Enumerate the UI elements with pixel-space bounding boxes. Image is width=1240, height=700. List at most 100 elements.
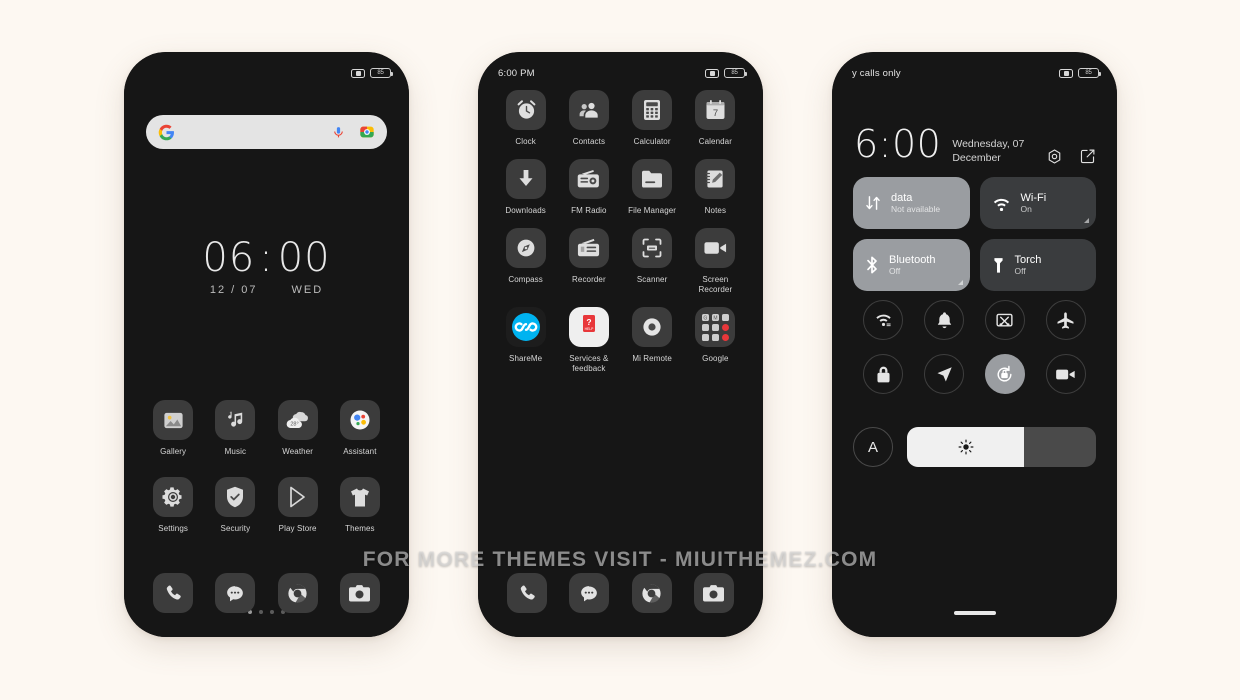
app-scanner[interactable]: Scanner	[621, 228, 684, 295]
no-sim-icon	[1059, 68, 1073, 78]
camera-icon	[693, 573, 734, 613]
battery-icon: 85	[724, 68, 747, 78]
wallpaper-showcase: 85 06: 00 12 / 07 WED Gallery Music 28°…	[0, 0, 1240, 700]
cc-date-line1: Wednesday, 07	[952, 138, 1025, 150]
app-google-folder[interactable]: G M Google	[684, 307, 747, 374]
app-settings[interactable]: Settings	[142, 477, 204, 534]
tile-torch[interactable]: Torch Off	[979, 239, 1096, 291]
dock-item-phone[interactable]	[496, 573, 558, 613]
play-store-icon	[277, 477, 318, 517]
video-camera-icon	[695, 228, 736, 268]
brightness-row: A	[853, 427, 1096, 467]
tile-subtitle: Off	[1014, 265, 1026, 276]
status-bar-clock: 6:00 PM	[498, 67, 535, 79]
phone-handset-icon	[153, 573, 194, 613]
app-label: Security	[220, 524, 251, 533]
tile-title: Torch	[1014, 253, 1042, 266]
app-downloads[interactable]: Downloads	[494, 159, 557, 216]
home-app-grid: Gallery Music 28° Weather Assistant Sett…	[142, 400, 391, 534]
dock-item-chrome[interactable]	[267, 573, 329, 613]
auto-brightness-button[interactable]: A	[853, 427, 893, 467]
app-label: Notes	[704, 206, 727, 215]
toggle-location[interactable]	[914, 354, 975, 394]
google-lens-icon[interactable]	[359, 124, 375, 140]
cc-date: Wednesday, 07 December	[952, 126, 1024, 165]
app-services-feedback[interactable]: ? HELP Services & feedback	[557, 307, 620, 374]
app-play-store[interactable]: Play Store	[267, 477, 329, 534]
app-label: Gallery	[160, 447, 187, 456]
clock-widget[interactable]: 06:00 12 / 07 WED	[124, 238, 409, 296]
app-mi-remote[interactable]: Mi Remote	[621, 307, 684, 374]
dock-item-chrome[interactable]	[621, 573, 683, 613]
home-screen: 85 06: 00 12 / 07 WED Gallery Music 28°…	[124, 52, 409, 637]
toggle-sound[interactable]	[914, 300, 975, 340]
dock-item-phone[interactable]	[142, 573, 204, 613]
app-calendar[interactable]: 7 Calendar	[684, 90, 747, 147]
app-label: Screen Recorder	[698, 275, 733, 294]
app-label: Assistant	[343, 447, 377, 456]
alarm-clock-icon	[505, 90, 546, 130]
toggle-cast[interactable]	[975, 300, 1036, 340]
status-bar: 6:00 PM 85	[478, 52, 763, 86]
video-camera-icon	[1045, 354, 1086, 394]
app-label: Weather	[282, 447, 314, 456]
app-recorder[interactable]: Recorder	[557, 228, 620, 295]
app-file-manager[interactable]: File Manager	[621, 159, 684, 216]
tile-expand-corner[interactable]	[957, 280, 963, 285]
toggle-airplane-mode[interactable]	[1035, 300, 1096, 340]
app-weather[interactable]: 28° Weather	[267, 400, 329, 457]
camera-icon	[339, 573, 380, 613]
tile-text: Wi-Fi On	[1021, 192, 1047, 214]
app-label: Scanner	[636, 275, 668, 284]
app-clock[interactable]: Clock	[494, 90, 557, 147]
tile-wifi[interactable]: Wi-Fi On	[979, 177, 1096, 229]
toggle-hotspot[interactable]	[853, 300, 914, 340]
search-bar-actions	[332, 124, 375, 140]
app-contacts[interactable]: Contacts	[557, 90, 620, 147]
settings-gear-icon[interactable]	[1045, 147, 1064, 166]
tile-bluetooth[interactable]: Bluetooth Off	[853, 239, 970, 291]
toggle-lock[interactable]	[853, 354, 914, 394]
app-label: Music	[224, 447, 247, 456]
brightness-slider[interactable]	[907, 427, 1096, 467]
app-assistant[interactable]: Assistant	[329, 400, 391, 457]
mic-icon[interactable]	[332, 124, 345, 140]
tile-text: Bluetooth Off	[889, 254, 935, 276]
status-bar-right: 85	[351, 68, 393, 78]
battery-icon: 85	[370, 68, 393, 78]
dock-item-messages[interactable]	[558, 573, 620, 613]
contacts-people-icon	[568, 90, 609, 130]
google-assistant-icon	[339, 400, 380, 440]
app-label: Play Store	[278, 524, 317, 533]
app-screen-recorder[interactable]: Screen Recorder	[684, 228, 747, 295]
app-gallery[interactable]: Gallery	[142, 400, 204, 457]
dock-item-messages[interactable]	[204, 573, 266, 613]
clock-colon: :	[259, 235, 274, 281]
mi-remote-icon	[632, 307, 673, 347]
app-calculator[interactable]: Calculator	[621, 90, 684, 147]
shield-check-icon	[215, 477, 256, 517]
app-music[interactable]: Music	[204, 400, 266, 457]
app-compass[interactable]: Compass	[494, 228, 557, 295]
app-security[interactable]: Security	[204, 477, 266, 534]
control-center-clock: 6:00 Wednesday, 07 December	[854, 125, 1024, 165]
dock-item-camera[interactable]	[683, 573, 745, 613]
tile-subtitle: Not available	[891, 203, 941, 214]
no-sim-icon	[705, 68, 719, 78]
edit-tiles-icon[interactable]	[1078, 147, 1097, 166]
weather-cloud-icon: 28°	[277, 400, 318, 440]
toggle-screen-recorder[interactable]	[1035, 354, 1096, 394]
toggle-auto-rotate[interactable]	[975, 354, 1036, 394]
clock-minutes: 00	[277, 235, 331, 281]
app-shareme[interactable]: ShareMe	[494, 307, 557, 374]
app-themes[interactable]: Themes	[329, 477, 391, 534]
app-fm-radio[interactable]: FM Radio	[557, 159, 620, 216]
app-notes[interactable]: Notes	[684, 159, 747, 216]
dock-item-camera[interactable]	[329, 573, 391, 613]
tile-expand-corner[interactable]	[1084, 218, 1089, 223]
home-indicator[interactable]	[832, 611, 1117, 615]
airplane-icon	[1045, 300, 1086, 340]
tile-mobile-data[interactable]: data Not available	[853, 177, 970, 229]
chrome-icon	[277, 573, 318, 613]
google-search-bar[interactable]	[146, 115, 387, 149]
